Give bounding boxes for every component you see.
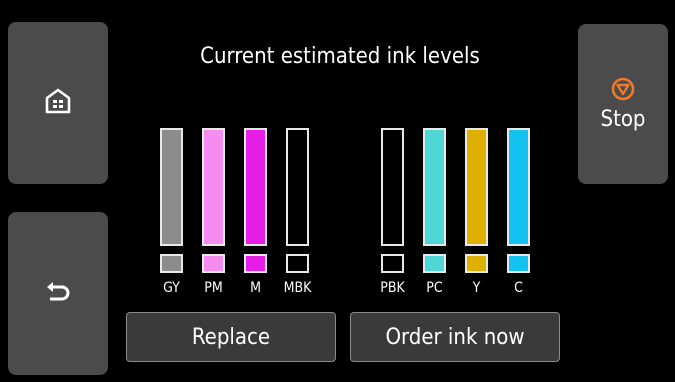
ink-color-swatch (381, 254, 404, 273)
ink-color-swatch (286, 254, 309, 273)
ink-level-fill (425, 130, 444, 244)
ink-level-bar (465, 128, 488, 246)
ink-level-fill (204, 130, 223, 244)
ink-color-swatch (202, 254, 225, 273)
ink-level-bar (202, 128, 225, 246)
ink-color-swatch (423, 254, 446, 273)
back-button[interactable] (8, 212, 108, 375)
ink-level-fill (246, 130, 265, 244)
page-title: Current estimated ink levels (200, 44, 480, 69)
ink-color-swatch (160, 254, 183, 273)
ink-color-swatch (507, 254, 530, 273)
ink-name-label: MBK (283, 280, 312, 296)
order-ink-button[interactable]: Order ink now (350, 312, 560, 362)
ink-color-swatch (244, 254, 267, 273)
home-button[interactable] (8, 22, 108, 184)
ink-level-bar (286, 128, 309, 246)
ink-name-label: PBK (380, 280, 405, 296)
ink-level-bar (160, 128, 183, 246)
ink-level-fill (509, 130, 528, 244)
home-icon (44, 87, 72, 119)
printer-panel-screen: Stop Current estimated ink levels GY PM M M… (0, 0, 675, 382)
ink-name-label: C (514, 280, 523, 296)
stop-label: Stop (600, 106, 646, 132)
ink-level-fill (467, 130, 486, 244)
ink-name-label: M (250, 280, 261, 296)
ink-color-swatch (465, 254, 488, 273)
ink-level-fill (162, 130, 181, 244)
ink-name-label: PC (426, 280, 443, 296)
ink-name-label: GY (163, 280, 180, 296)
ink-level-bar (244, 128, 267, 246)
ink-level-bar (507, 128, 530, 246)
replace-button[interactable]: Replace (126, 312, 336, 362)
stop-icon (611, 77, 635, 105)
stop-button[interactable]: Stop (578, 24, 668, 184)
ink-name-label: Y (472, 280, 481, 296)
ink-level-bar (423, 128, 446, 246)
ink-level-bar (381, 128, 404, 246)
back-arrow-icon (45, 281, 71, 307)
ink-name-label: PM (204, 280, 223, 296)
